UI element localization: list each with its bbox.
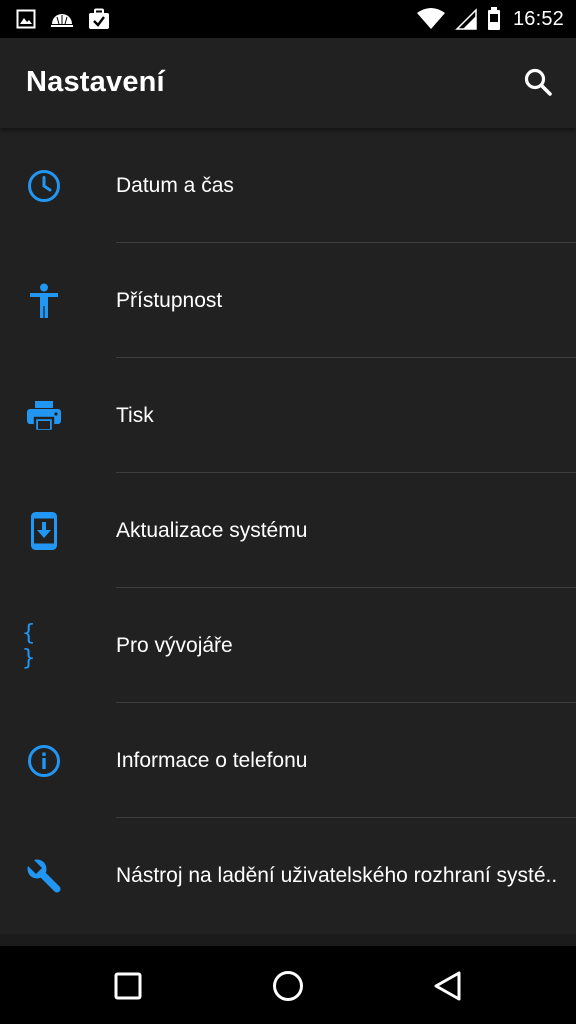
navigation-bar <box>0 946 576 1024</box>
notification-icons <box>16 8 124 30</box>
weather-icon <box>50 10 74 28</box>
home-icon <box>272 970 304 1002</box>
briefcase-check-icon <box>88 8 110 30</box>
setting-accessibility[interactable]: Přístupnost <box>0 243 576 358</box>
wrench-icon <box>22 856 66 896</box>
status-bar: 16:52 <box>0 0 576 38</box>
recents-button[interactable] <box>106 964 150 1008</box>
battery-icon <box>487 7 501 31</box>
list-end-strip <box>0 934 576 946</box>
back-button[interactable] <box>426 964 470 1008</box>
clock-icon <box>22 166 66 206</box>
setting-label: Tisk <box>116 404 154 427</box>
printer-icon <box>22 396 66 436</box>
setting-date-time[interactable]: Datum a čas <box>0 128 576 243</box>
setting-label: Přístupnost <box>116 289 223 312</box>
setting-label: Nástroj na ladění uživatelského rozhraní… <box>116 864 558 887</box>
setting-developer-options[interactable]: { } Pro vývojáře <box>0 588 576 703</box>
recents-icon <box>114 972 142 1000</box>
home-button[interactable] <box>266 964 310 1008</box>
app-bar: Nastavení <box>0 38 576 128</box>
settings-screen: 16:52 Nastavení Datum a čas Přístupnost … <box>0 0 576 1024</box>
setting-label: Datum a čas <box>116 174 234 197</box>
search-icon <box>523 67 553 97</box>
page-title: Nastavení <box>26 66 165 98</box>
image-icon <box>16 9 36 29</box>
setting-label: Pro vývojáře <box>116 634 233 657</box>
search-button[interactable] <box>520 64 556 100</box>
setting-label: Aktualizace systému <box>116 519 308 542</box>
settings-list: Datum a čas Přístupnost Tisk Aktualizace… <box>0 128 576 934</box>
accessibility-icon <box>22 281 66 321</box>
signal-icon <box>455 8 477 30</box>
setting-system-ui-tuner[interactable]: Nástroj na ladění uživatelského rozhraní… <box>0 818 576 933</box>
setting-system-update[interactable]: Aktualizace systému <box>0 473 576 588</box>
info-icon <box>22 741 66 781</box>
setting-about-phone[interactable]: Informace o telefonu <box>0 703 576 818</box>
developer-braces-icon: { } <box>22 621 38 671</box>
wifi-icon <box>416 8 445 30</box>
system-status-icons: 16:52 <box>407 7 564 31</box>
status-time: 16:52 <box>512 7 564 30</box>
back-icon <box>433 970 463 1002</box>
system-update-icon <box>22 511 66 551</box>
setting-print[interactable]: Tisk <box>0 358 576 473</box>
setting-label: Informace o telefonu <box>116 749 308 772</box>
